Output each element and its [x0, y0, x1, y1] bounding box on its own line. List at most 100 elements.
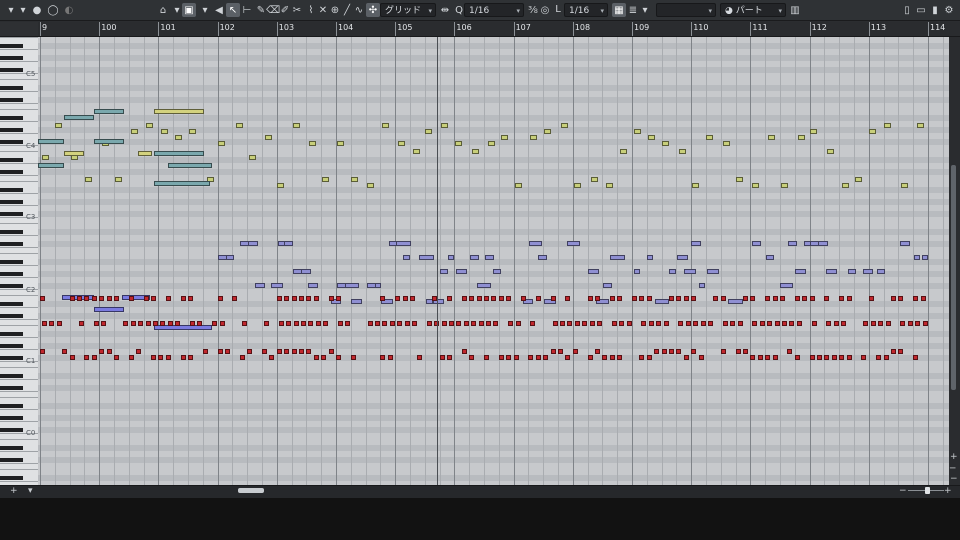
black-key[interactable] — [0, 416, 23, 420]
black-key[interactable] — [0, 170, 23, 174]
bass-note[interactable] — [774, 321, 780, 326]
black-key[interactable] — [0, 314, 23, 318]
lead-note[interactable] — [138, 151, 152, 156]
bass-note[interactable] — [824, 355, 830, 360]
bass-note[interactable] — [99, 349, 105, 354]
black-key[interactable] — [0, 344, 23, 348]
chord-note[interactable] — [916, 123, 924, 128]
bass-note[interactable] — [609, 355, 615, 360]
bass-note[interactable] — [750, 296, 756, 301]
bass-note[interactable] — [158, 355, 164, 360]
black-key[interactable] — [0, 230, 23, 234]
mid-note[interactable] — [691, 241, 702, 246]
chevron-down-icon[interactable]: ▾ — [198, 3, 212, 17]
bass-note[interactable] — [552, 321, 558, 326]
bass-note[interactable] — [720, 349, 726, 354]
bass-note[interactable] — [737, 321, 743, 326]
bass-note[interactable] — [648, 321, 654, 326]
chord-note[interactable] — [366, 183, 374, 188]
bass-note[interactable] — [678, 321, 684, 326]
chord-note[interactable] — [854, 177, 862, 182]
bass-note[interactable] — [167, 321, 173, 326]
chord-note[interactable] — [264, 135, 272, 140]
bass-note[interactable] — [306, 296, 312, 301]
transport-icon[interactable]: ▣ — [182, 3, 196, 17]
chord-note[interactable] — [780, 183, 788, 188]
bass-note[interactable] — [730, 321, 736, 326]
bass-note[interactable] — [493, 321, 499, 326]
bass-note[interactable] — [876, 355, 882, 360]
bass-note[interactable] — [449, 321, 454, 326]
bass-note[interactable] — [291, 349, 297, 354]
bass-note[interactable] — [572, 349, 578, 354]
bass-note[interactable] — [79, 321, 84, 326]
bass-note[interactable] — [802, 296, 808, 301]
bass-note[interactable] — [291, 296, 297, 301]
chord-note[interactable] — [530, 135, 538, 140]
bass-note[interactable] — [691, 296, 697, 301]
mid-note[interactable] — [395, 241, 411, 246]
bass-note[interactable] — [550, 296, 556, 301]
bass-note[interactable] — [128, 296, 134, 301]
bass-note[interactable] — [498, 296, 504, 301]
bass-note[interactable] — [669, 296, 674, 301]
black-key[interactable] — [0, 140, 23, 144]
bass-note[interactable] — [247, 349, 253, 354]
bass-note[interactable] — [587, 355, 593, 360]
bass-note[interactable] — [145, 321, 151, 326]
chord-note[interactable] — [634, 129, 642, 134]
chord-note[interactable] — [620, 149, 628, 154]
mid-note[interactable] — [492, 269, 501, 274]
zoom-in-icon[interactable]: + — [950, 452, 958, 462]
part-dropdown[interactable]: ◕ パート ▾ — [720, 3, 786, 17]
bass-note[interactable] — [456, 321, 462, 326]
bass-note[interactable] — [299, 349, 304, 354]
bass-note[interactable] — [153, 321, 158, 326]
mid-note[interactable] — [300, 269, 311, 274]
mid-note[interactable] — [698, 283, 705, 288]
mid-note[interactable] — [633, 269, 640, 274]
bass-note[interactable] — [646, 296, 652, 301]
chord-note[interactable] — [41, 155, 49, 160]
bass-note[interactable] — [900, 321, 906, 326]
bass-note[interactable] — [284, 296, 290, 301]
bass-note[interactable] — [772, 296, 778, 301]
bass-note[interactable] — [106, 296, 112, 301]
black-key[interactable] — [0, 476, 23, 480]
bass-note[interactable] — [567, 321, 573, 326]
color-scheme-icon[interactable]: ▦ — [612, 3, 626, 17]
mid-note[interactable] — [610, 255, 626, 260]
bass-note[interactable] — [217, 349, 223, 354]
chord-note[interactable] — [544, 129, 552, 134]
bass-note[interactable] — [780, 296, 785, 301]
bass-note[interactable] — [841, 321, 847, 326]
bass-note[interactable] — [130, 321, 136, 326]
bass-note[interactable] — [565, 355, 571, 360]
black-key[interactable] — [0, 200, 23, 204]
pad-note[interactable] — [168, 163, 212, 168]
mid-note[interactable] — [677, 255, 689, 260]
black-key[interactable] — [0, 68, 23, 72]
chord-note[interactable] — [188, 129, 196, 134]
bass-note[interactable] — [49, 321, 55, 326]
mid-note[interactable] — [795, 269, 807, 274]
chord-note[interactable] — [413, 149, 421, 154]
black-key[interactable] — [0, 428, 23, 432]
bass-note[interactable] — [506, 296, 512, 301]
bass-note[interactable] — [439, 355, 445, 360]
bass-note[interactable] — [868, 296, 874, 301]
black-key[interactable] — [0, 98, 23, 102]
mid-note[interactable] — [470, 255, 479, 260]
black-key[interactable] — [0, 284, 23, 288]
bass-note[interactable] — [447, 355, 452, 360]
bass-note[interactable] — [508, 321, 514, 326]
home-icon[interactable]: ⌂ — [156, 3, 170, 17]
zoom-out-horizontal-icon[interactable]: − — [899, 486, 907, 496]
bass-note[interactable] — [328, 296, 334, 301]
bass-note[interactable] — [907, 321, 913, 326]
bass-note[interactable] — [284, 349, 290, 354]
pad-note[interactable] — [38, 163, 64, 168]
bass-note[interactable] — [397, 321, 403, 326]
bass-note[interactable] — [676, 296, 682, 301]
bass-note[interactable] — [826, 321, 832, 326]
